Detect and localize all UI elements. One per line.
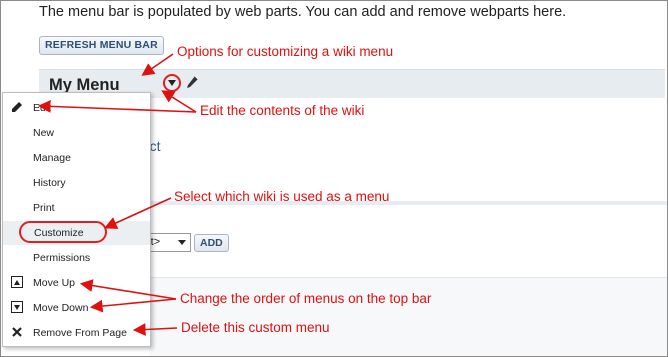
menu-item-label: Remove From Page [33, 327, 127, 339]
menu-item-label: Permissions [33, 252, 91, 264]
annotation-select: Select which wiki is used as a menu [174, 189, 390, 204]
menu-item-move-up[interactable]: Move Up [3, 271, 150, 295]
menu-item-label: New [33, 127, 55, 139]
menu-item-label: Customize [34, 227, 84, 239]
intro-text: The menu bar is populated by web parts. … [39, 4, 567, 20]
refresh-menu-bar-button[interactable]: REFRESH MENU BAR [39, 36, 164, 55]
menu-item-move-down[interactable]: Move Down [3, 296, 150, 320]
move-down-icon [11, 301, 23, 313]
add-webpart-select[interactable]: rt> [145, 233, 191, 252]
add-webpart-button[interactable]: ADD [194, 234, 229, 252]
menu-item-label: Move Down [33, 302, 89, 314]
caret-down-icon [168, 80, 176, 86]
menu-dropdown-trigger[interactable] [163, 74, 181, 92]
pencil-icon[interactable] [185, 75, 199, 91]
annotation-order: Change the order of menus on the top bar [180, 291, 432, 306]
menu-item-label: Edit [33, 102, 52, 114]
move-up-icon [11, 276, 23, 288]
menu-item-remove-from-page[interactable]: Remove From Page [3, 321, 150, 345]
menu-item-new[interactable]: New [3, 121, 150, 145]
annotation-delete: Delete this custom menu [181, 320, 330, 335]
menu-item-label: Move Up [33, 277, 76, 289]
menu-item-manage[interactable]: Manage [3, 146, 150, 170]
menu-item-history[interactable]: History [3, 171, 150, 195]
menu-item-label: Print [33, 202, 55, 214]
menu-item-label: Manage [33, 152, 71, 164]
annotation-edit: Edit the contents of the wiki [200, 103, 365, 118]
wiki-options-dropdown: Edit New Manage History Print Customize … [2, 92, 151, 347]
menu-item-print[interactable]: Print [3, 196, 150, 220]
close-icon [12, 327, 22, 337]
menu-item-edit[interactable]: Edit [3, 96, 150, 120]
chevron-down-icon [178, 240, 186, 245]
menu-item-permissions[interactable]: Permissions [3, 246, 150, 270]
menu-item-label: History [33, 177, 66, 189]
pencil-icon [12, 102, 22, 112]
screenshot-frame: The menu bar is populated by web parts. … [0, 0, 668, 357]
annotation-options: Options for customizing a wiki menu [177, 44, 394, 59]
lower-panel [149, 277, 667, 356]
menu-item-customize[interactable]: Customize [3, 221, 150, 245]
